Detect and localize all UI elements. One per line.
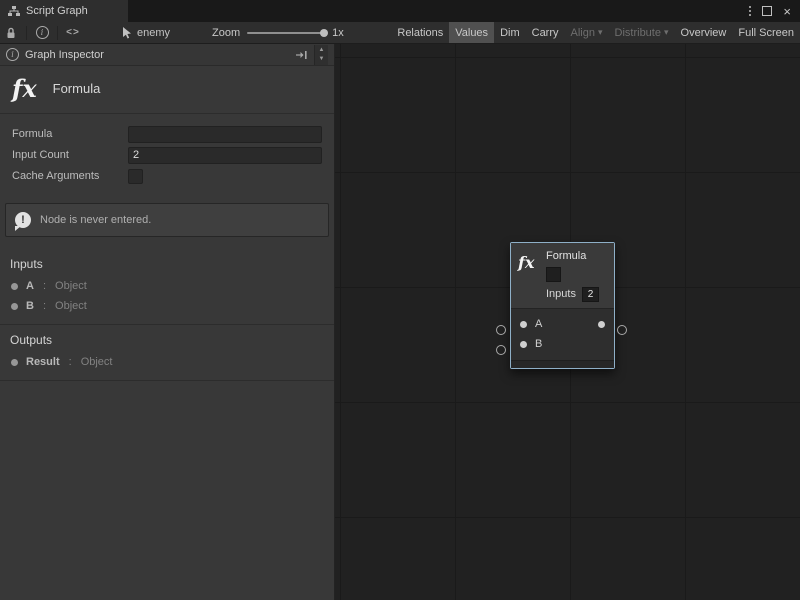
chevron-down-icon: ▾: [598, 27, 603, 38]
input-count-stepper[interactable]: 2: [582, 287, 599, 302]
formula-node-formula-input[interactable]: [546, 267, 561, 282]
scroll-up-icon[interactable]: ▲: [319, 46, 325, 54]
graph-canvas[interactable]: fx Formula Inputs 2 A: [335, 44, 800, 600]
warning-text: Node is never entered.: [40, 214, 151, 226]
overview-button[interactable]: Overview: [675, 22, 733, 43]
inspected-node-title: Formula: [53, 81, 101, 96]
inspected-node-header: fx Formula: [0, 66, 334, 114]
kebab-menu-icon[interactable]: [749, 6, 751, 16]
zoom-slider-knob[interactable]: [320, 29, 328, 37]
code-view-icon[interactable]: <>: [62, 22, 84, 43]
port-dot-icon: [11, 359, 18, 366]
formula-node-inputs-row: Inputs 2: [546, 286, 607, 302]
chevron-down-icon: ▾: [664, 27, 669, 38]
port-dot-icon: [11, 303, 18, 310]
formula-input[interactable]: [128, 126, 322, 143]
inputs-label: Inputs: [546, 288, 576, 300]
graph-inspector-panel: i Graph Inspector ▲ ▼ fx Formula Formula: [0, 44, 335, 600]
input-port-b[interactable]: [520, 341, 527, 348]
tab-bar: Script Graph ×: [0, 0, 800, 22]
lock-icon[interactable]: [0, 22, 22, 43]
toolbar-separator: [57, 26, 58, 40]
close-icon[interactable]: ×: [783, 5, 791, 18]
port-a-label: A: [535, 318, 542, 330]
graph-inspector-header: i Graph Inspector ▲ ▼: [0, 44, 334, 66]
relations-toggle[interactable]: Relations: [391, 22, 449, 43]
inputs-section: Inputs A : Object B : Object: [0, 249, 334, 325]
dock-icon[interactable]: [295, 50, 308, 60]
formula-node-title: Formula: [546, 250, 607, 266]
formula-node-header: fx Formula Inputs 2: [511, 243, 614, 308]
inputs-section-header: Inputs: [0, 253, 334, 276]
tab-label: Script Graph: [26, 5, 88, 17]
output-port-item: Result : Object: [0, 352, 334, 372]
port-b-label: B: [535, 338, 542, 350]
input-port-item: A : Object: [0, 276, 334, 296]
port-connector-ring-b[interactable]: [496, 345, 506, 355]
pointer-cursor-icon: [122, 27, 132, 39]
graph-inspector-title: Graph Inspector: [25, 49, 104, 61]
panel-scroll-control[interactable]: ▲ ▼: [314, 45, 328, 65]
formula-field-label: Formula: [12, 128, 128, 140]
node-fields: Formula Input Count Cache Arguments: [0, 114, 334, 193]
window-controls: ×: [749, 0, 800, 22]
formula-node-footer: [511, 360, 614, 368]
zoom-label: Zoom: [212, 27, 240, 39]
toolbar-separator: [26, 26, 27, 40]
port-connector-ring-a[interactable]: [496, 325, 506, 335]
cache-arguments-label: Cache Arguments: [12, 170, 128, 182]
output-port-result[interactable]: [598, 321, 605, 328]
input-count-field-row: Input Count: [12, 145, 322, 165]
warning-icon: !: [15, 212, 31, 228]
input-count-label: Input Count: [12, 149, 128, 161]
maximize-icon[interactable]: [762, 6, 772, 16]
formula-node-ports: A B: [511, 308, 614, 360]
warning-box: ! Node is never entered.: [5, 203, 329, 237]
port-dot-icon: [11, 283, 18, 290]
script-graph-icon: [8, 6, 20, 17]
outputs-section: Outputs Result : Object: [0, 325, 334, 381]
formula-node[interactable]: fx Formula Inputs 2 A: [510, 242, 615, 369]
dim-toggle[interactable]: Dim: [494, 22, 526, 43]
distribute-dropdown[interactable]: Distribute ▾: [609, 22, 675, 43]
outputs-section-header: Outputs: [0, 329, 334, 352]
fx-icon: fx: [12, 74, 37, 103]
toolbar-toggles: Relations Values Dim Carry Align ▾ Distr…: [391, 22, 800, 43]
carry-toggle[interactable]: Carry: [526, 22, 565, 43]
fx-icon: fx: [518, 253, 539, 302]
cache-arguments-row: Cache Arguments: [12, 166, 322, 186]
formula-field-row: Formula: [12, 124, 322, 144]
graph-toolbar: i <> enemy Zoom 1x Relations Values Dim …: [0, 22, 800, 44]
input-port-a[interactable]: [520, 321, 527, 328]
input-count-input[interactable]: [128, 147, 322, 164]
values-toggle[interactable]: Values: [449, 22, 494, 43]
zoom-control: Zoom 1x: [212, 27, 344, 39]
tab-script-graph[interactable]: Script Graph: [0, 0, 128, 22]
port-row-a: A: [511, 314, 614, 334]
port-connector-ring-result[interactable]: [617, 325, 627, 335]
zoom-slider[interactable]: [247, 32, 325, 34]
info-icon[interactable]: i: [31, 22, 53, 43]
graph-breadcrumb[interactable]: enemy: [122, 27, 170, 39]
input-port-item: B : Object: [0, 296, 334, 316]
full-screen-button[interactable]: Full Screen: [732, 22, 800, 43]
cache-arguments-checkbox[interactable]: [128, 169, 143, 184]
zoom-value: 1x: [332, 27, 344, 39]
scroll-down-icon[interactable]: ▼: [319, 55, 325, 63]
align-dropdown[interactable]: Align ▾: [565, 22, 609, 43]
info-icon: i: [6, 48, 19, 61]
unity-script-graph-window: Script Graph × i <> enemy Zoom: [0, 0, 800, 600]
port-row-b: B: [511, 334, 614, 354]
graph-name: enemy: [137, 27, 170, 39]
